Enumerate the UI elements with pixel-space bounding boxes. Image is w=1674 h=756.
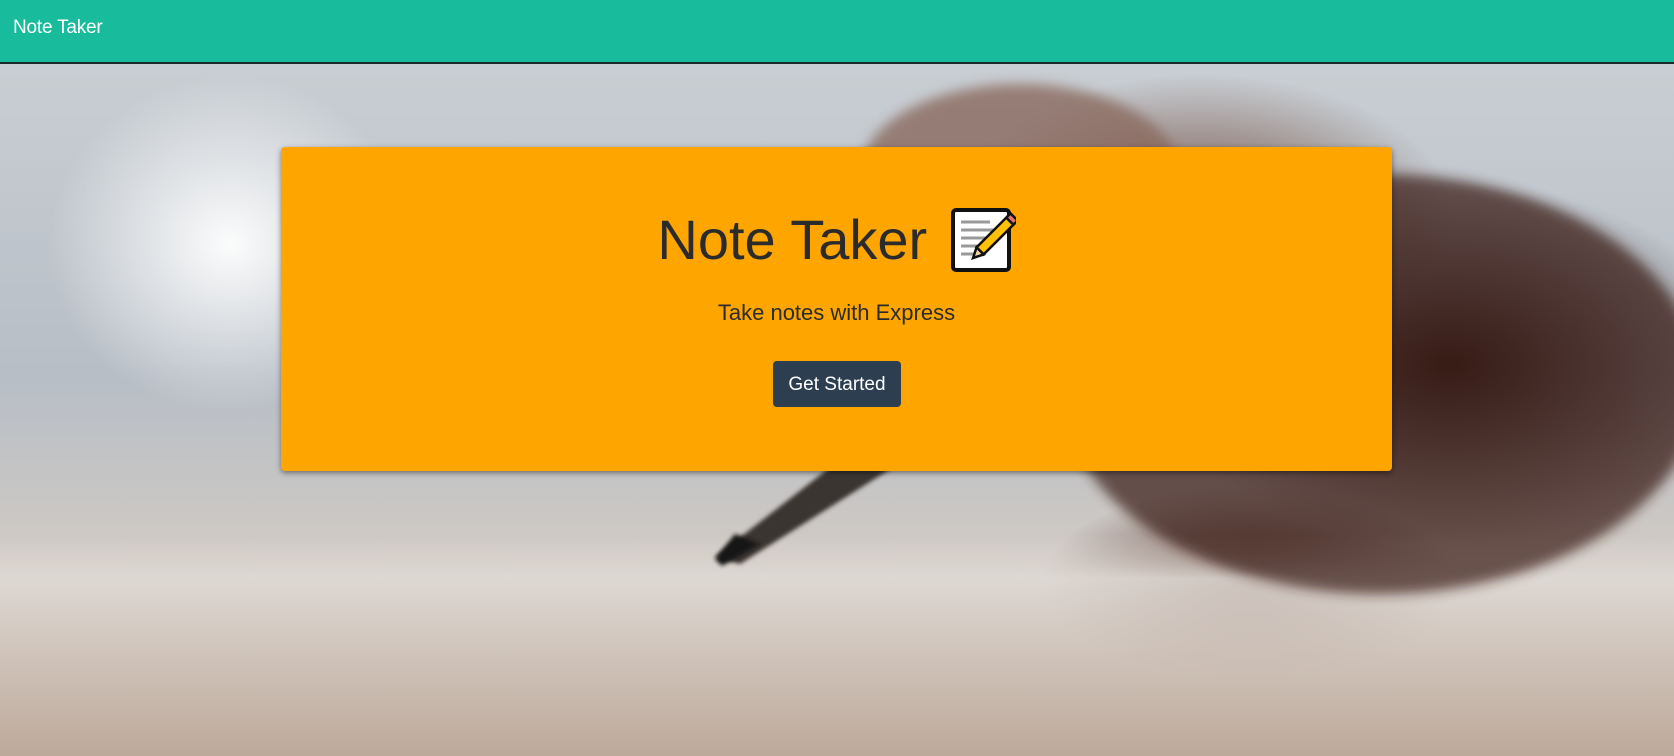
title-row: Note Taker	[281, 207, 1392, 273]
brand-link[interactable]: Note Taker	[13, 17, 103, 39]
jumbotron: Note Taker Take notes with Express Get S…	[281, 147, 1392, 471]
memo-icon	[950, 208, 1016, 272]
subtitle: Take notes with Express	[717, 300, 956, 325]
get-started-button[interactable]: Get Started	[773, 361, 901, 407]
navbar: Note Taker	[0, 0, 1674, 64]
page-title: Note Taker	[657, 208, 928, 271]
